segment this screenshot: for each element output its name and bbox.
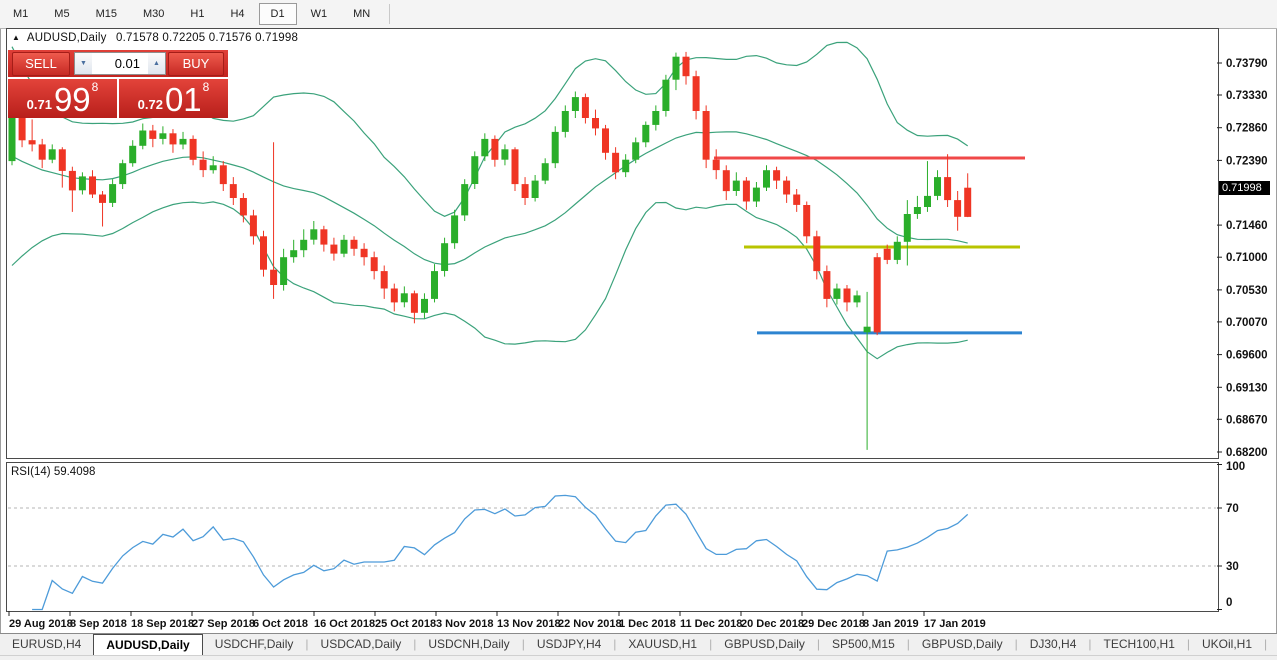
rsi-axis-label: 30 — [1226, 561, 1239, 573]
price-axis-label: 0.70070 — [1226, 317, 1268, 329]
price-axis-label: 0.69600 — [1226, 350, 1268, 362]
timeframe-button-m15[interactable]: M15 — [84, 3, 129, 25]
bottom-tab-audusd-daily[interactable]: AUDUSD,Daily — [93, 634, 203, 656]
bottom-tab-usdcnh-daily[interactable]: USDCNH,Daily — [416, 634, 521, 656]
timeframe-button-m5[interactable]: M5 — [42, 3, 81, 25]
price-axis-label: 0.68200 — [1226, 447, 1268, 459]
volume-stepper: ▼ 0.01 ▲ — [74, 52, 166, 75]
timeframe-button-w1[interactable]: W1 — [299, 3, 340, 25]
date-axis-label: 27 Sep 2018 — [192, 618, 255, 630]
rsi-axis-label: 100 — [1226, 461, 1245, 473]
date-axis-label: 8 Sep 2018 — [70, 618, 127, 630]
price-axis-label: 0.69130 — [1226, 382, 1268, 394]
date-axis-label: 11 Dec 2018 — [680, 618, 742, 630]
price-axis-label: 0.72390 — [1226, 155, 1268, 167]
sell-price-big: 99 — [53, 81, 91, 118]
bottom-tab-usdjpy-h4[interactable]: USDJPY,H4 — [525, 634, 613, 656]
one-click-trading-panel: SELL ▼ 0.01 ▲ BUY 0.71 99 8 0.72 01 8 — [8, 50, 228, 118]
date-axis-label: 29 Dec 2018 — [802, 618, 865, 630]
volume-input[interactable]: 0.01 — [92, 53, 148, 74]
chart-tab-bar: EURUSD,H4 AUDUSD,Daily USDCHF,Daily | USDCAD… — [0, 633, 1277, 656]
bottom-tab-tech100-h1[interactable]: TECH100,H1 — [1092, 634, 1187, 656]
chart-title: ▲ AUDUSD,Daily 0.71578 0.72205 0.71576 0… — [12, 32, 298, 44]
price-axis-label: 0.72860 — [1226, 123, 1268, 135]
bottom-tab-gbpusd-daily[interactable]: GBPUSD,Daily — [712, 634, 817, 656]
volume-increase-icon[interactable]: ▲ — [148, 53, 165, 74]
current-price-badge: 0.71998 — [1219, 181, 1270, 195]
price-axis-label: 0.70530 — [1226, 285, 1268, 297]
sell-button[interactable]: SELL — [12, 52, 70, 76]
date-axis-label: 6 Oct 2018 — [253, 618, 308, 630]
date-axis-label: 16 Oct 2018 — [314, 618, 375, 630]
rsi-indicator-panel[interactable] — [6, 462, 1219, 612]
sell-price-prefix: 0.71 — [26, 97, 52, 112]
timeframe-button-m1[interactable]: M1 — [1, 3, 40, 25]
bottom-tab-sp500-m15[interactable]: SP500,M15 — [820, 634, 907, 656]
date-axis-label: 13 Nov 2018 — [497, 618, 561, 630]
buy-price-prefix: 0.72 — [137, 97, 163, 112]
timeframe-button-m30[interactable]: M30 — [131, 3, 176, 25]
buy-price-sup: 8 — [202, 80, 210, 94]
price-axis-label: 0.73790 — [1226, 58, 1268, 70]
bottom-tab-gbpusd-daily[interactable]: GBPUSD,Daily — [910, 634, 1015, 656]
price-axis-label: 0.71000 — [1226, 252, 1268, 264]
date-axis-label: 22 Nov 2018 — [558, 618, 622, 630]
date-axis-label: 1 Dec 2018 — [619, 618, 676, 630]
rsi-indicator-label: RSI(14) 59.4098 — [11, 466, 96, 478]
volume-decrease-icon[interactable]: ▼ — [75, 53, 92, 74]
chart-symbol-label: AUDUSD,Daily — [26, 32, 107, 44]
date-axis-label: 17 Jan 2019 — [924, 618, 986, 630]
date-axis-label: 25 Oct 2018 — [375, 618, 436, 630]
price-axis-label: 0.71460 — [1226, 220, 1268, 232]
timeframe-button-h4[interactable]: H4 — [218, 3, 256, 25]
bottom-tab-usdchf-daily[interactable]: USDCHF,Daily — [203, 634, 306, 656]
bottom-tab-ukoil-h1[interactable]: UKOil,H1 — [1190, 634, 1264, 656]
bottom-tab-usdcad-daily[interactable]: USDCAD,Daily — [309, 634, 414, 656]
date-axis-label: 18 Sep 2018 — [131, 618, 194, 630]
window-edge-left — [0, 0, 1, 659]
symbol-marker-icon: ▲ — [12, 33, 21, 42]
timeframe-toolbar: M1 M5 M15 M30 H1 H4 D1 W1 MN — [0, 0, 1277, 29]
timeframe-button-d1[interactable]: D1 — [258, 3, 297, 25]
date-axis-label: 29 Aug 2018 — [9, 618, 73, 630]
sell-price-display[interactable]: 0.71 99 8 — [8, 79, 117, 118]
timeframe-button-mn[interactable]: MN — [341, 3, 382, 25]
date-axis-label: 8 Jan 2019 — [863, 618, 919, 630]
price-axis-label: 0.68670 — [1226, 414, 1268, 426]
bottom-tab-xauusd-h1[interactable]: XAUUSD,H1 — [616, 634, 709, 656]
buy-price-display[interactable]: 0.72 01 8 — [119, 79, 228, 118]
bottom-tab-dj30-h4[interactable]: DJ30,H4 — [1018, 634, 1089, 656]
date-axis-label: 20 Dec 2018 — [741, 618, 804, 630]
bottom-tab-eurusd-h4[interactable]: EURUSD,H4 — [0, 634, 93, 656]
rsi-axis-label: 0 — [1226, 597, 1232, 609]
buy-price-big: 01 — [164, 81, 202, 118]
chart-ohlc-values: 0.71578 0.72205 0.71576 0.71998 — [116, 32, 299, 44]
toolbar-separator — [389, 4, 391, 24]
rsi-axis-label: 70 — [1226, 503, 1239, 515]
bottom-tab-u[interactable]: U — [1267, 634, 1277, 656]
timeframe-button-h1[interactable]: H1 — [178, 3, 216, 25]
sell-price-sup: 8 — [91, 80, 99, 94]
date-axis-label: 3 Nov 2018 — [436, 618, 493, 630]
price-axis-label: 0.73330 — [1226, 90, 1268, 102]
buy-button[interactable]: BUY — [168, 52, 224, 76]
status-bar — [0, 655, 1277, 660]
